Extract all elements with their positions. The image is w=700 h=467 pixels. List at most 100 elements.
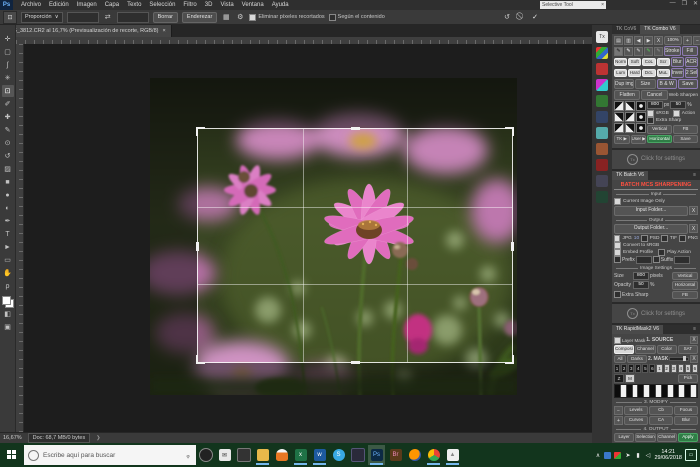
taskbar-word-icon[interactable]: w: [311, 445, 328, 465]
combo-settings-hint[interactable]: Tx Click for settings: [612, 150, 700, 171]
lasso-tool[interactable]: ʃ: [2, 59, 14, 71]
taskbar-clock[interactable]: 14:21 29/06/2018: [654, 449, 682, 462]
tk-panel-icon-2[interactable]: [596, 47, 608, 59]
ws-horizontal-button[interactable]: Horizontal: [647, 135, 672, 144]
mask-thumbnail-grid[interactable]: [614, 101, 646, 133]
ws-srgb-checkbox[interactable]: sRGBAction: [647, 110, 698, 117]
layer-mask-checkbox[interactable]: [614, 337, 621, 344]
shape-tool[interactable]: ▭: [2, 254, 14, 266]
marquee-tool[interactable]: ▢: [2, 46, 14, 58]
save-button[interactable]: Save: [678, 79, 698, 89]
tray-color-icon[interactable]: [614, 452, 621, 459]
mask-slider[interactable]: [669, 357, 689, 361]
select-2-button[interactable]: 2 Select: [685, 68, 698, 78]
blend-lum-button[interactable]: Lum: [614, 69, 627, 78]
user-menu-button[interactable]: User ▶: [631, 135, 647, 144]
lights-zone-4[interactable]: 4: [678, 364, 684, 373]
taskbar-vlc-icon[interactable]: [273, 445, 290, 465]
eraser-tool[interactable]: ▨: [2, 163, 14, 175]
microphone-icon[interactable]: ᵩ: [184, 452, 192, 459]
zone-piano-strip[interactable]: [614, 384, 698, 398]
restore-button[interactable]: ❐: [682, 0, 687, 7]
cancel-crop-icon[interactable]: ⃠: [516, 12, 526, 22]
delete-cropped-pixels-checkbox[interactable]: Eliminar píxeles recortados: [249, 14, 324, 21]
flatten-button[interactable]: Flatten: [614, 90, 640, 100]
source-color-button[interactable]: Color: [657, 345, 677, 354]
paint-soft-icon[interactable]: ✎: [654, 47, 663, 56]
screen-mode-button[interactable]: ▣: [2, 321, 14, 333]
zoom-in-button[interactable]: +: [683, 36, 692, 45]
spot-healing-tool[interactable]: ✚: [2, 111, 14, 123]
menu-ayuda[interactable]: Ayuda: [268, 2, 293, 8]
dup-img-button[interactable]: Dup img: [614, 79, 634, 89]
paint-white-icon[interactable]: ✎: [624, 47, 633, 56]
crop-tool-icon[interactable]: ⊡: [3, 11, 17, 24]
taskbar-mail-icon[interactable]: ✉: [216, 445, 233, 465]
prev-icon[interactable]: ◀: [634, 36, 643, 45]
zoom-100-button[interactable]: 100%: [664, 36, 682, 45]
swap-dimensions-icon[interactable]: ⇄: [103, 12, 113, 22]
convert-srgb-checkbox[interactable]: Convert to sRGB: [614, 242, 698, 249]
blend-norm-button[interactable]: Norm: [614, 58, 627, 67]
new-doc-icon[interactable]: ▤: [614, 36, 623, 45]
crop-handle-top-left[interactable]: [196, 127, 205, 136]
crop-handle-bottom[interactable]: [351, 361, 360, 364]
tk-panel-icon-3[interactable]: [596, 63, 608, 75]
crop-handle-bottom-left[interactable]: [196, 355, 205, 364]
menu-imagen[interactable]: Imagen: [73, 2, 101, 8]
crop-handle-right[interactable]: [511, 242, 514, 251]
gear-icon[interactable]: ⚙: [235, 12, 245, 22]
paint-gray-icon[interactable]: ✎: [634, 47, 643, 56]
tk-panel-icon-8[interactable]: [596, 143, 608, 155]
straighten-button[interactable]: Enderezar: [182, 12, 217, 23]
panel-menu-icon[interactable]: ≡: [689, 171, 700, 180]
taskbar-photos-app-icon[interactable]: [235, 445, 252, 465]
tray-battery-icon[interactable]: ▮: [634, 452, 641, 459]
taskbar-photoshop-icon[interactable]: Ps: [368, 445, 385, 465]
start-button[interactable]: [0, 443, 24, 467]
zoom-level-value[interactable]: 16,67%: [3, 435, 22, 441]
darks-zone-1[interactable]: 1: [614, 364, 620, 373]
crop-box[interactable]: [197, 128, 513, 363]
menu-ventana[interactable]: Ventana: [238, 2, 268, 8]
history-brush-tool[interactable]: ↺: [2, 150, 14, 162]
clone-stamp-tool[interactable]: ⊙: [2, 137, 14, 149]
ws-extra-sharp-checkbox[interactable]: Extra Sharp: [647, 117, 698, 124]
clear-button[interactable]: Borrar: [153, 12, 178, 23]
minimize-button[interactable]: —: [670, 0, 676, 7]
blend-col-button[interactable]: CoL: [642, 58, 655, 67]
tk-panel-icon-7[interactable]: [596, 127, 608, 139]
menu-edicion[interactable]: Edición: [45, 2, 73, 8]
path-selection-tool[interactable]: ►: [2, 241, 14, 253]
modify-minus-button[interactable]: −: [614, 406, 623, 415]
darks-zone-3[interactable]: 3: [628, 364, 634, 373]
pen-tool[interactable]: ✒: [2, 215, 14, 227]
output-channel-button[interactable]: Channel: [657, 433, 677, 442]
mask-darks-button[interactable]: Darks: [627, 355, 647, 364]
input-folder-clear-button[interactable]: X: [689, 206, 698, 215]
blur-tool[interactable]: ●: [2, 189, 14, 201]
blend-dcl-button[interactable]: DcL: [642, 69, 655, 78]
embed-profile-checkbox[interactable]: [614, 249, 621, 256]
lights-zone-5[interactable]: 5: [685, 364, 691, 373]
taskbar-image-viewer-icon[interactable]: ▲: [444, 445, 461, 465]
modify-plus-button[interactable]: +: [614, 416, 623, 425]
menu-vista[interactable]: Vista: [216, 2, 237, 8]
eyedropper-tool[interactable]: ✐: [2, 98, 14, 110]
batch-vertical-button[interactable]: Vertical: [672, 272, 698, 281]
canvas-area[interactable]: [24, 44, 592, 432]
reset-crop-icon[interactable]: ↺: [502, 12, 512, 22]
batch-settings-hint[interactable]: Tx Click for settings: [612, 304, 700, 325]
status-arrow-icon[interactable]: ❯: [96, 435, 100, 441]
stroke-button[interactable]: Stroke: [664, 46, 681, 56]
duplicate-icon[interactable]: ▥: [624, 36, 633, 45]
cb-button[interactable]: Cb: [649, 406, 673, 415]
blend-scr-button[interactable]: Scr: [657, 58, 670, 67]
ws-size-field[interactable]: 800: [647, 101, 663, 109]
tk-panel-icon-5[interactable]: [596, 95, 608, 107]
taskbar-file-explorer-icon[interactable]: [254, 445, 271, 465]
tk-panel-icon-4[interactable]: [596, 79, 608, 91]
ws-save-button[interactable]: Save: [673, 135, 698, 144]
close-button[interactable]: ✕: [693, 0, 698, 7]
ws-amount-field[interactable]: 50: [670, 101, 686, 109]
